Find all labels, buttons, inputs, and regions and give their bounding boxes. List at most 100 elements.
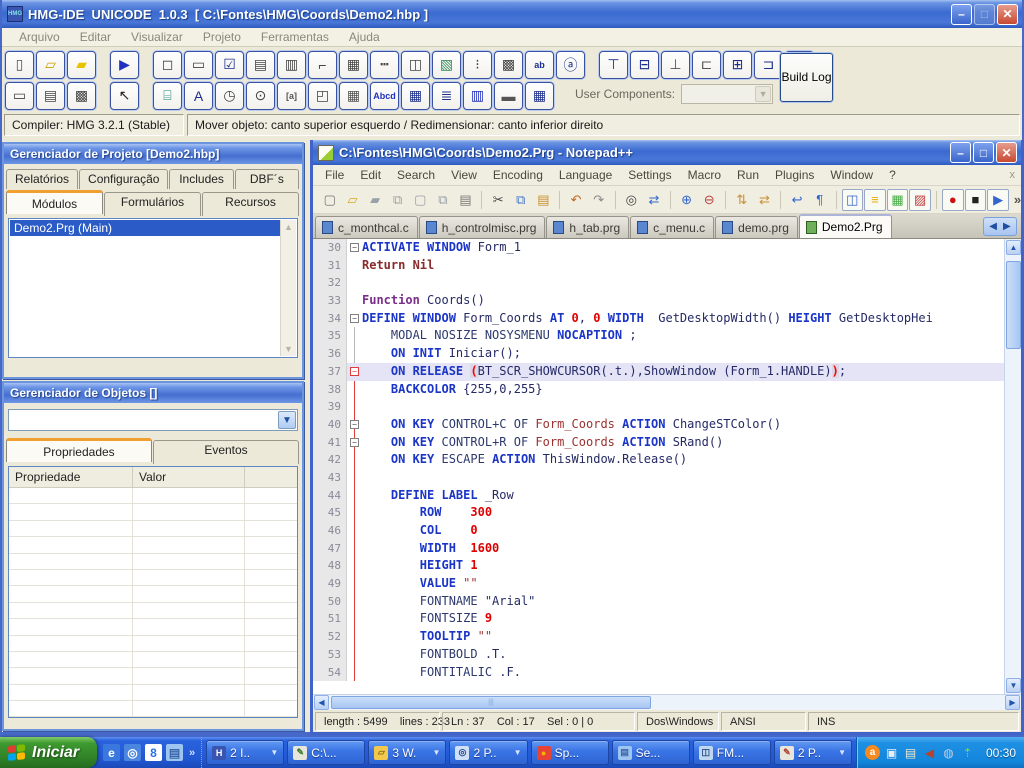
task-button-chrome[interactable]: ●Sp... bbox=[531, 740, 609, 765]
npp-menu-plugins[interactable]: Plugins bbox=[767, 167, 822, 183]
save-all-button[interactable]: ⧉ bbox=[387, 189, 409, 211]
tab-demo2-prg[interactable]: Demo2.Prg bbox=[799, 214, 892, 238]
tab-configura-o[interactable]: Configuração bbox=[79, 169, 168, 189]
code-line-52[interactable]: 52 TOOLTIP "" bbox=[313, 628, 1004, 646]
window-control-button[interactable]: ◻ bbox=[153, 51, 182, 79]
paste-button[interactable]: ▤ bbox=[533, 189, 555, 211]
align-right-button[interactable]: ⊐ bbox=[754, 51, 783, 79]
align-top-button[interactable]: ⊤ bbox=[599, 51, 628, 79]
macro-stop-button[interactable]: ■ bbox=[965, 189, 987, 211]
code-line-51[interactable]: 51 FONTSIZE 9 bbox=[313, 610, 1004, 628]
code-line-41[interactable]: 41− ON KEY CONTROL+R OF Form_Coords ACTI… bbox=[313, 434, 1004, 452]
avast-tray-icon[interactable]: a bbox=[865, 745, 880, 760]
print-button[interactable]: ▤ bbox=[455, 189, 477, 211]
radio-control-button[interactable]: ⊙ bbox=[246, 82, 275, 110]
npp-menu-view[interactable]: View bbox=[443, 167, 485, 183]
folder-as-workspace-button[interactable]: ▦ bbox=[887, 189, 909, 211]
checkbox-control-button[interactable]: ☑ bbox=[215, 51, 244, 79]
new-file-button[interactable]: ▯ bbox=[5, 51, 34, 79]
start-button[interactable]: Iniciar bbox=[0, 737, 97, 768]
npp-menu-file[interactable]: File bbox=[317, 167, 352, 183]
tab-recursos[interactable]: Recursos bbox=[202, 192, 299, 216]
object-selector-combo[interactable]: ▼ bbox=[8, 409, 298, 431]
notes-icon[interactable]: ▤ bbox=[166, 744, 183, 761]
hmg-menu-arquivo[interactable]: Arquivo bbox=[10, 29, 69, 45]
editor-horizontal-scrollbar[interactable]: ◀ ▶ bbox=[313, 694, 1021, 710]
tab-relat-rios[interactable]: Relatórios bbox=[6, 169, 78, 189]
fold-collapse-icon[interactable]: − bbox=[350, 314, 359, 323]
code-line-43[interactable]: 43 bbox=[313, 469, 1004, 487]
align-center-button[interactable]: ⊞ bbox=[723, 51, 752, 79]
tab-includes[interactable]: Includes bbox=[169, 169, 233, 189]
open-project-button[interactable]: ▱ bbox=[36, 51, 65, 79]
hmg-menu-ferramentas[interactable]: Ferramentas bbox=[252, 29, 338, 45]
tab-h-controlmisc-prg[interactable]: h_controlmisc.prg bbox=[419, 216, 546, 238]
code-line-31[interactable]: 31Return Nil bbox=[313, 257, 1004, 275]
copy-button[interactable]: ⧉ bbox=[510, 189, 532, 211]
volume-tray-icon[interactable]: ◀ bbox=[922, 745, 937, 760]
show-all-chars-button[interactable]: ¶ bbox=[809, 189, 831, 211]
fold-collapse-icon[interactable]: − bbox=[350, 420, 359, 429]
speaker-tray-icon[interactable]: ◍ bbox=[941, 745, 956, 760]
player-control-button[interactable]: ▬ bbox=[494, 82, 523, 110]
cut-button[interactable]: ✂ bbox=[487, 189, 509, 211]
slider-control-button[interactable]: ┅ bbox=[370, 51, 399, 79]
close-button[interactable]: ▢ bbox=[410, 189, 432, 211]
code-line-45[interactable]: 45 ROW 300 bbox=[313, 504, 1004, 522]
code-line-37[interactable]: 37− ON RELEASE (BT_SCR_SHOWCURSOR(.t.),S… bbox=[313, 363, 1004, 381]
code-line-33[interactable]: 33Function Coords() bbox=[313, 292, 1004, 310]
code-line-48[interactable]: 48 HEIGHT 1 bbox=[313, 557, 1004, 575]
library-button[interactable]: ⌸ bbox=[153, 82, 182, 110]
tab-m-dulos[interactable]: Módulos bbox=[6, 190, 103, 214]
image-control-button[interactable]: ▧ bbox=[432, 51, 461, 79]
npp-menu-language[interactable]: Language bbox=[551, 167, 620, 183]
replace-button[interactable]: ⇄ bbox=[643, 189, 665, 211]
column-header-propriedade[interactable]: Propriedade bbox=[9, 467, 133, 487]
timer-control-button[interactable]: ◷ bbox=[215, 82, 244, 110]
code-line-50[interactable]: 50 FONTNAME "Arial" bbox=[313, 593, 1004, 611]
scroll-up-icon[interactable]: ▲ bbox=[1006, 240, 1021, 255]
tab-propriedades[interactable]: Propriedades bbox=[6, 438, 152, 462]
mdi-close-icon[interactable]: x bbox=[1010, 169, 1016, 181]
monthcal-control-button[interactable]: ▦ bbox=[401, 82, 430, 110]
horizontal-scroll-thumb[interactable] bbox=[331, 696, 651, 709]
open-file-button[interactable]: ▱ bbox=[342, 189, 364, 211]
fold-collapse-icon[interactable]: − bbox=[350, 438, 359, 447]
notepadpp-minimize-button[interactable]: – bbox=[950, 142, 971, 163]
column-header-extra[interactable] bbox=[245, 467, 297, 487]
code-line-53[interactable]: 53 FONTBOLD .T. bbox=[313, 646, 1004, 664]
search-icon[interactable]: ◎ bbox=[124, 744, 141, 761]
grid-control-button[interactable]: ▦ bbox=[339, 51, 368, 79]
tab-scroll-buttons[interactable]: ◀▶ bbox=[983, 217, 1017, 236]
modules-list[interactable]: Demo2.Prg (Main) ▲▼ bbox=[8, 218, 298, 358]
undo-button[interactable]: ↶ bbox=[565, 189, 587, 211]
report-button[interactable]: ▤ bbox=[36, 82, 65, 110]
tab-h-tab-prg[interactable]: h_tab.prg bbox=[546, 216, 629, 238]
new-folder-button[interactable]: ▰ bbox=[67, 51, 96, 79]
hmg-maximize-button[interactable]: □ bbox=[974, 4, 995, 25]
code-line-40[interactable]: 40− ON KEY CONTROL+C OF Form_Coords ACTI… bbox=[313, 416, 1004, 434]
function-list-button[interactable]: ≡ bbox=[864, 189, 886, 211]
column-header-valor[interactable]: Valor bbox=[133, 467, 245, 487]
align-left-button[interactable]: ⊏ bbox=[692, 51, 721, 79]
combobox-control-button[interactable]: ▥ bbox=[277, 51, 306, 79]
hmg-menu-ajuda[interactable]: Ajuda bbox=[340, 29, 389, 45]
tab-formul-rios[interactable]: Formulários bbox=[104, 192, 201, 216]
task-button-hmg[interactable]: H2 I..▼ bbox=[206, 740, 284, 765]
monitor-button[interactable]: ▨ bbox=[909, 189, 931, 211]
tab-control-button[interactable]: ◫ bbox=[401, 51, 430, 79]
sync-horizontal-button[interactable]: ⇄ bbox=[754, 189, 776, 211]
task-button-fm-window[interactable]: ◫FM... bbox=[693, 740, 771, 765]
build-log-button[interactable]: Build Log bbox=[780, 53, 833, 102]
npp-menu-edit[interactable]: Edit bbox=[352, 167, 389, 183]
code-line-47[interactable]: 47 WIDTH 1600 bbox=[313, 540, 1004, 558]
module-item[interactable]: Demo2.Prg (Main) bbox=[10, 220, 296, 236]
task-button-notes[interactable]: ▤Se... bbox=[612, 740, 690, 765]
hyperlink-control-button[interactable]: Abcd bbox=[370, 82, 399, 110]
pointer-button[interactable]: ↖ bbox=[110, 82, 139, 110]
page-control-button[interactable]: ◰ bbox=[308, 82, 337, 110]
code-line-35[interactable]: 35 MODAL NOSIZE NOSYSMENU NOCAPTION ; bbox=[313, 327, 1004, 345]
notepadpp-restore-button[interactable]: □ bbox=[973, 142, 994, 163]
textbox-control-button[interactable]: ab bbox=[525, 51, 554, 79]
find-button[interactable]: ◎ bbox=[621, 189, 643, 211]
